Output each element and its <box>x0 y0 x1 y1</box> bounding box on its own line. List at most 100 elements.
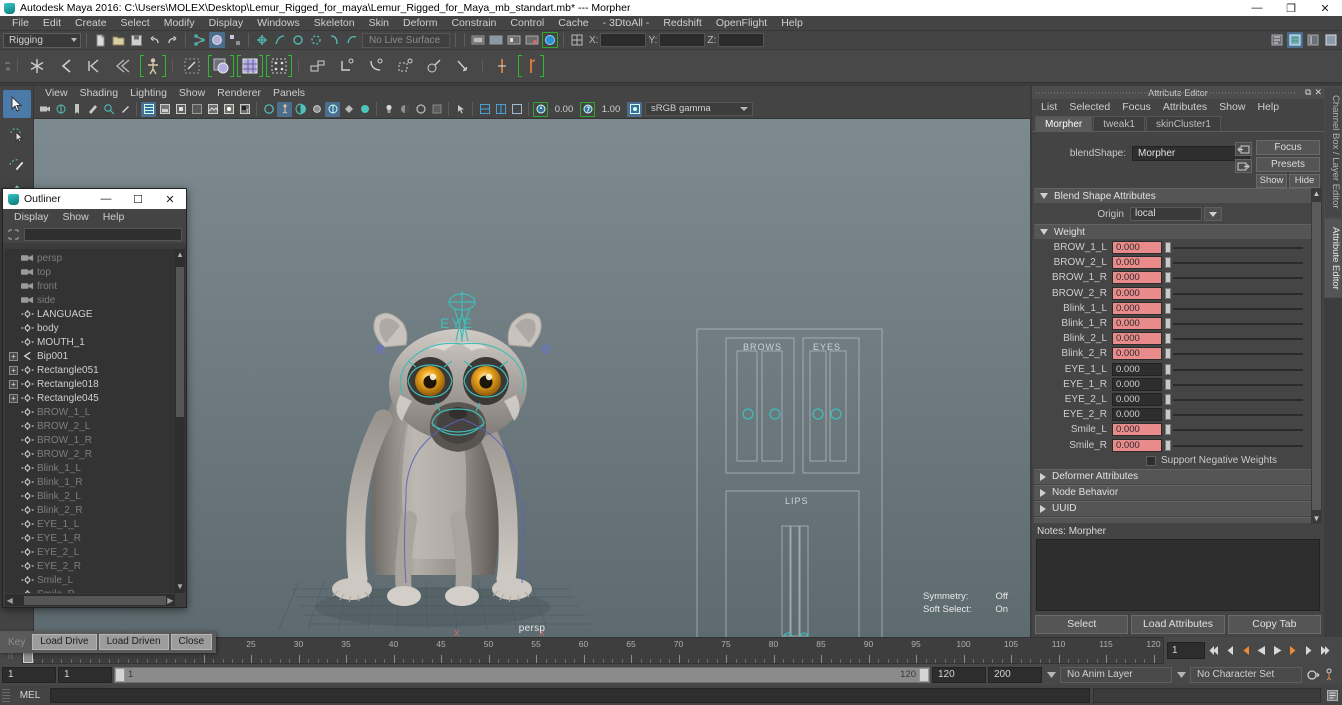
driven-key-load-drive-button[interactable]: Load Drive <box>32 634 97 650</box>
textured-shading-icon[interactable] <box>205 102 220 117</box>
slider-knob[interactable] <box>1165 272 1171 284</box>
menu-item-edit[interactable]: Edit <box>36 16 68 31</box>
ae-select-button[interactable]: Select <box>1035 615 1129 634</box>
save-scene-icon[interactable] <box>128 32 144 48</box>
weight-value-field[interactable]: 0.000 <box>1112 377 1162 391</box>
show-hide-tool-settings-icon[interactable] <box>1305 32 1321 48</box>
weight-value-field[interactable]: 0.000 <box>1112 332 1162 346</box>
slider-knob[interactable] <box>1165 363 1171 375</box>
default-material-icon[interactable] <box>357 102 372 117</box>
create-deformer-icon[interactable] <box>208 53 234 79</box>
y-input[interactable] <box>659 33 706 47</box>
select-tool-button[interactable] <box>2 90 31 118</box>
outliner-item[interactable]: + Rectangle018 <box>5 377 175 391</box>
ambient-occlusion-icon[interactable] <box>413 102 428 117</box>
weight-value-field[interactable]: 0.000 <box>1112 241 1162 255</box>
command-input[interactable] <box>50 687 1090 703</box>
menu-item-skin[interactable]: Skin <box>362 16 396 31</box>
viewport-menu-lighting[interactable]: Lighting <box>124 86 173 100</box>
weight-slider[interactable] <box>1165 332 1303 345</box>
smooth-shade-icon[interactable] <box>157 102 172 117</box>
filter-icon[interactable] <box>7 228 20 241</box>
weight-value-field[interactable]: 0.000 <box>1112 256 1162 270</box>
driven-key-load-driven-button[interactable]: Load Driven <box>98 634 169 650</box>
range-right-handle[interactable] <box>919 667 929 682</box>
attribute-editor-scrollbar[interactable]: ▲ ▼ <box>1311 188 1322 524</box>
play-backwards-icon[interactable] <box>1254 641 1269 660</box>
render-settings-icon[interactable] <box>506 32 522 48</box>
snap-curve-icon[interactable] <box>272 32 288 48</box>
exposure-icon[interactable] <box>533 101 548 117</box>
xray-joints-icon[interactable] <box>277 101 292 117</box>
next-node-icon[interactable] <box>1235 159 1252 173</box>
weight-slider[interactable] <box>1165 347 1303 360</box>
snap-grid-icon[interactable] <box>254 32 270 48</box>
color-profile-icon[interactable] <box>627 101 642 117</box>
go-to-start-icon[interactable] <box>1206 641 1221 660</box>
new-scene-icon[interactable] <box>92 32 108 48</box>
parent-constraint-icon[interactable] <box>305 53 331 79</box>
ae-tab-morpher[interactable]: Morpher <box>1035 116 1093 131</box>
shade-options-icon[interactable] <box>189 102 204 117</box>
grease-pencil-icon[interactable] <box>117 102 132 117</box>
current-frame-field[interactable]: 1 <box>1167 642 1205 659</box>
snap-point-icon[interactable] <box>290 32 306 48</box>
weight-value-field[interactable]: 0.000 <box>1112 347 1162 361</box>
weight-value-field[interactable]: 0.000 <box>1112 362 1162 376</box>
range-current-field[interactable]: 1 <box>58 666 112 683</box>
animation-preferences-icon[interactable] <box>1323 666 1340 683</box>
outliner-menu-display[interactable]: Display <box>7 209 55 225</box>
texture-compression-icon[interactable] <box>493 102 508 117</box>
outliner-item[interactable]: Smile_L <box>5 573 175 587</box>
command-line-grip[interactable] <box>2 688 10 702</box>
color-management-icon[interactable] <box>509 102 524 117</box>
scroll-down-arrow-icon[interactable]: ▼ <box>175 581 185 593</box>
outliner-menu-help[interactable]: Help <box>96 209 132 225</box>
menu-item-file[interactable]: File <box>5 16 36 31</box>
x-input[interactable] <box>600 33 647 47</box>
outliner-maximize-button[interactable]: ☐ <box>122 189 154 209</box>
set-key-icon[interactable] <box>518 53 544 79</box>
bind-skin-icon[interactable] <box>140 53 166 79</box>
restore-button[interactable]: ❐ <box>1274 0 1308 16</box>
lock-camera-icon[interactable] <box>53 102 68 117</box>
ik-handle-icon[interactable] <box>53 53 79 79</box>
weight-slider[interactable] <box>1165 317 1303 330</box>
scroll-right-arrow-icon[interactable]: ▶ <box>166 596 175 605</box>
create-joint-icon[interactable] <box>24 53 50 79</box>
weight-slider[interactable] <box>1165 439 1303 452</box>
ae-scroll-up-arrow-icon[interactable]: ▲ <box>1312 188 1321 199</box>
slider-knob[interactable] <box>1165 393 1171 405</box>
menu-item-openflight[interactable]: OpenFlight <box>709 16 774 31</box>
range-left-handle[interactable] <box>115 667 125 682</box>
ae-menu-list[interactable]: List <box>1035 99 1063 115</box>
open-scene-icon[interactable] <box>110 32 126 48</box>
hide-button[interactable]: Hide <box>1289 174 1320 188</box>
scroll-up-arrow-icon[interactable]: ▲ <box>175 249 185 261</box>
outliner-item[interactable]: + Rectangle045 <box>5 391 175 405</box>
slider-knob[interactable] <box>1165 287 1171 299</box>
close-panel-icon[interactable]: ✕ <box>1314 87 1322 98</box>
slider-knob[interactable] <box>1165 348 1171 360</box>
expand-toggle-icon[interactable]: + <box>9 393 18 403</box>
weight-value-field[interactable]: 0.000 <box>1112 392 1162 406</box>
weight-slider[interactable] <box>1165 271 1303 284</box>
slider-knob[interactable] <box>1165 378 1171 390</box>
slider-knob[interactable] <box>1165 439 1171 451</box>
outliner-item[interactable]: + Bip001 <box>5 349 175 363</box>
ae-menu-selected[interactable]: Selected <box>1063 99 1116 115</box>
go-to-end-icon[interactable] <box>1318 641 1333 660</box>
range-start-field[interactable]: 1 <box>2 666 56 683</box>
expand-toggle-icon[interactable]: + <box>9 365 18 375</box>
menu-item-help[interactable]: Help <box>774 16 810 31</box>
notes-textarea[interactable] <box>1036 539 1320 611</box>
outliner-item[interactable]: Blink_2_R <box>5 503 175 517</box>
section-partial[interactable] <box>1034 516 1311 523</box>
menu-item-3dtoall[interactable]: - 3DtoAll - <box>596 16 657 31</box>
playback-options-chevron-icon[interactable] <box>1044 667 1058 683</box>
focus-button[interactable]: Focus <box>1256 140 1320 155</box>
weight-value-field[interactable]: 0.000 <box>1112 271 1162 285</box>
show-hide-modeling-toolkit-icon[interactable] <box>1269 32 1285 48</box>
expand-toggle-icon[interactable]: + <box>9 379 18 389</box>
section-uuid[interactable]: UUID <box>1034 500 1311 516</box>
